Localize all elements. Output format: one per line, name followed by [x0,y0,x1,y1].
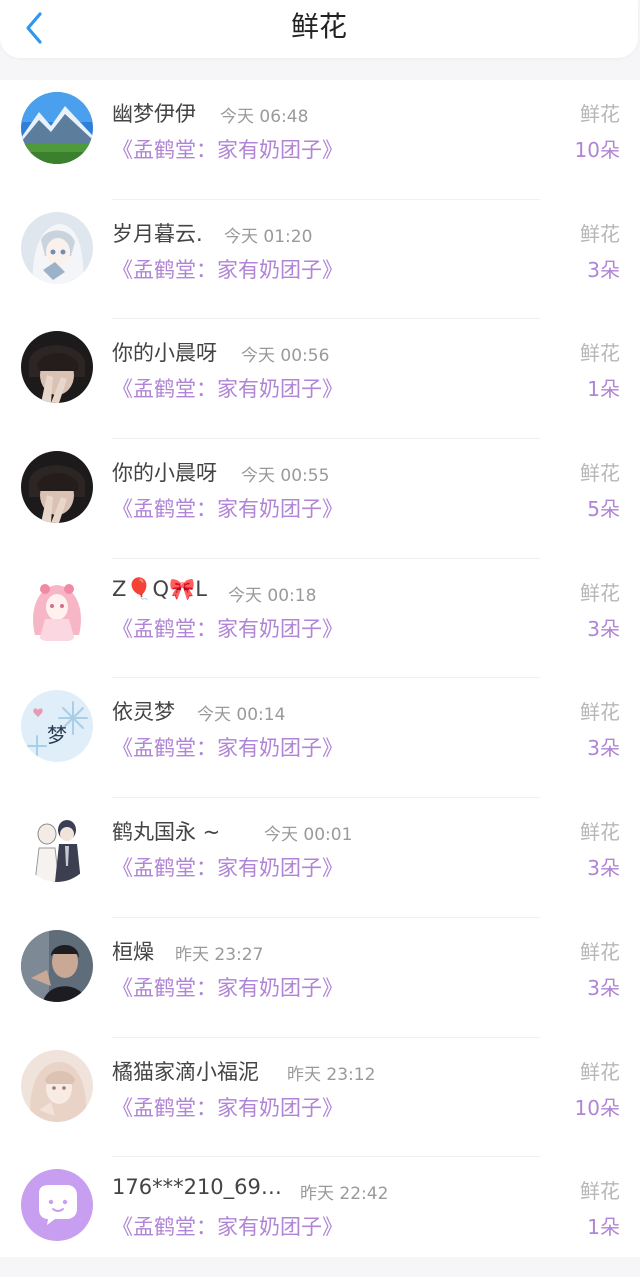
chat-bubble-icon [21,1169,93,1242]
avatar[interactable]: 梦 [21,690,93,763]
anime-sketch-image [21,810,93,883]
avatar[interactable] [21,810,93,883]
man-photo-image [21,929,93,1002]
book-title[interactable]: 《孟鹤堂：家有奶团子》 [112,732,343,762]
book-title[interactable]: 《孟鹤堂：家有奶团子》 [112,493,343,523]
avatar[interactable] [21,929,93,1002]
user-name: Z🎈Q🎀L [112,576,207,601]
gift-count: 1朵 [587,1215,620,1240]
timestamp: 今天 00:55 [241,466,330,487]
user-name: 176***210_69… [112,1175,282,1200]
list-item[interactable]: 岁月暮云. 今天 01:20 《孟鹤堂：家有奶团子》 鲜花 3朵 [0,200,640,320]
user-name: 你的小晨呀 [112,461,217,486]
gift-count: 1朵 [587,377,620,402]
user-name: 岁月暮云. [112,221,203,246]
gift-count: 3朵 [587,856,620,881]
list-item[interactable]: 橘猫家滴小福泥 昨天 23:12 《孟鹤堂：家有奶团子》 鲜花 10朵 [0,1038,640,1158]
user-name: 桓燥 [112,939,154,964]
gift-count: 3朵 [587,257,620,282]
list-item[interactable]: 鹤丸国永 ~ 今天 00:01 《孟鹤堂：家有奶团子》 鲜花 3朵 [0,798,640,918]
avatar[interactable] [21,331,93,404]
book-title[interactable]: 《孟鹤堂：家有奶团子》 [112,852,343,882]
timestamp: 今天 06:48 [220,107,309,127]
gift-type: 鲜花 [580,1059,620,1084]
gift-type: 鲜花 [580,700,620,725]
timestamp: 今天 00:01 [264,825,353,846]
gift-count: 5朵 [587,497,620,522]
timestamp: 今天 00:56 [241,346,330,367]
timestamp: 今天 00:18 [228,585,317,606]
list-item[interactable]: 桓燥 昨天 23:27 《孟鹤堂：家有奶团子》 鲜花 3朵 [0,918,640,1038]
timestamp: 今天 00:14 [197,705,286,726]
list-item[interactable]: 梦 依灵梦 今天 00:14 《孟鹤堂：家有奶团子》 鲜花 3朵 [0,678,640,799]
timestamp: 昨天 23:27 [175,944,264,965]
top-bar: 鲜花 [0,0,638,58]
user-name: 鹤丸国永 ~ [112,820,221,845]
gift-count: 3朵 [587,736,620,761]
gift-type: 鲜花 [580,461,620,486]
gift-count: 3朵 [587,616,620,641]
avatar[interactable] [21,211,93,284]
book-title[interactable]: 《孟鹤堂：家有奶团子》 [112,134,343,164]
gift-type: 鲜花 [580,221,620,246]
gift-count: 10朵 [574,138,620,162]
book-title[interactable]: 《孟鹤堂：家有奶团子》 [112,254,343,284]
person-photo-image [21,331,93,404]
anime-girl-image [21,570,93,643]
mountain-landscape-image [21,92,93,164]
gift-count: 3朵 [587,975,620,1000]
gift-type: 鲜花 [580,341,620,366]
list-item[interactable]: Z🎈Q🎀L 今天 00:18 《孟鹤堂：家有奶团子》 鲜花 3朵 [0,559,640,679]
gift-type: 鲜花 [580,1179,620,1204]
anime-girl-image [21,211,93,284]
user-name: 你的小晨呀 [112,341,217,366]
list-item[interactable]: 你的小晨呀 今天 00:55 《孟鹤堂：家有奶团子》 鲜花 5朵 [0,439,640,559]
book-title[interactable]: 《孟鹤堂：家有奶团子》 [112,373,343,403]
book-title[interactable]: 《孟鹤堂：家有奶团子》 [112,1211,343,1241]
flower-gift-list: 幽梦伊伊 今天 06:48 《孟鹤堂：家有奶团子》 鲜花 10朵 岁月暮云. 今… [0,80,640,1257]
gift-count: 10朵 [574,1095,620,1120]
list-item[interactable]: 你的小晨呀 今天 00:56 《孟鹤堂：家有奶团子》 鲜花 1朵 [0,319,640,440]
user-name: 幽梦伊伊 [112,102,196,126]
book-title[interactable]: 《孟鹤堂：家有奶团子》 [112,1092,343,1122]
avatar[interactable] [21,1169,93,1242]
page-title: 鲜花 [290,10,347,43]
svg-text:梦: 梦 [47,723,67,747]
avatar[interactable] [21,570,93,643]
timestamp: 昨天 23:12 [287,1064,376,1085]
gift-type: 鲜花 [580,580,620,605]
timestamp: 昨天 22:42 [300,1184,389,1205]
book-title[interactable]: 《孟鹤堂：家有奶团子》 [112,972,343,1002]
user-name: 橘猫家滴小福泥 [112,1059,259,1084]
avatar[interactable] [21,451,93,524]
user-name: 依灵梦 [112,700,175,725]
timestamp: 今天 01:20 [224,226,313,247]
avatar[interactable] [21,92,93,164]
gift-type: 鲜花 [580,102,620,126]
gift-type: 鲜花 [580,939,620,964]
soft-portrait-image [21,1049,93,1122]
list-item[interactable]: 176***210_69… 昨天 22:42 《孟鹤堂：家有奶团子》 鲜花 1朵 [0,1157,640,1277]
avatar[interactable] [21,1049,93,1122]
list-item[interactable]: 幽梦伊伊 今天 06:48 《孟鹤堂：家有奶团子》 鲜花 10朵 [0,80,640,200]
gift-type: 鲜花 [580,820,620,845]
person-photo-image [21,451,93,524]
snowflake-image: 梦 [21,690,93,763]
book-title[interactable]: 《孟鹤堂：家有奶团子》 [112,613,343,643]
